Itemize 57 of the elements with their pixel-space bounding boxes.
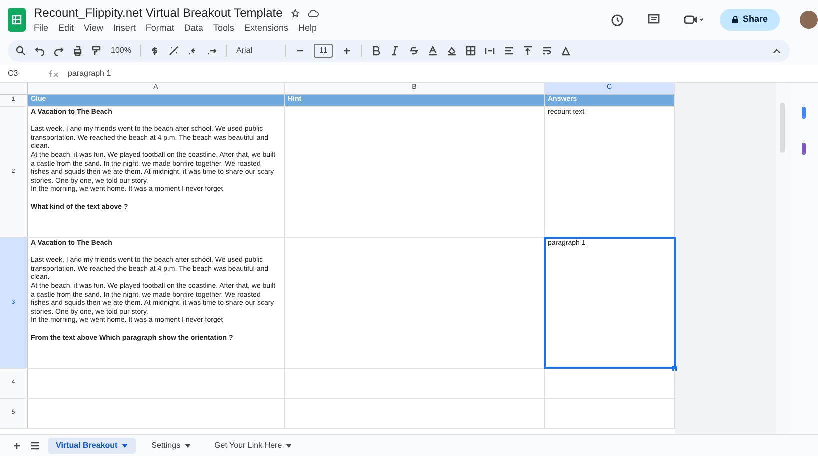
fill-color-icon[interactable] bbox=[446, 46, 457, 56]
sheet-tab[interactable]: Virtual Breakout bbox=[48, 438, 136, 454]
lock-icon bbox=[732, 16, 739, 24]
font-select[interactable]: Arial bbox=[236, 45, 276, 57]
plus-icon[interactable] bbox=[342, 46, 352, 56]
document-title[interactable]: Recount_Flippity.net Virtual Breakout Template bbox=[34, 4, 283, 22]
redo-icon[interactable] bbox=[54, 46, 64, 56]
print-icon[interactable] bbox=[73, 46, 83, 56]
zoom-select[interactable]: 100% bbox=[111, 45, 132, 57]
vertical-align-icon[interactable] bbox=[522, 46, 533, 56]
rotate-text-icon[interactable] bbox=[560, 46, 571, 56]
search-icon[interactable] bbox=[16, 46, 26, 56]
italic-icon[interactable] bbox=[390, 46, 400, 56]
strikethrough-icon[interactable] bbox=[408, 46, 419, 56]
menu-item[interactable]: File bbox=[34, 22, 49, 36]
font-size-field[interactable]: 11 bbox=[314, 44, 333, 58]
fx-icon[interactable] bbox=[48, 70, 60, 78]
comment-icon[interactable] bbox=[648, 14, 660, 26]
scrollbar-thumb[interactable] bbox=[780, 103, 785, 153]
percent-icon[interactable] bbox=[169, 46, 180, 56]
menu-item[interactable]: View bbox=[84, 22, 104, 36]
wrap-icon[interactable] bbox=[542, 46, 552, 56]
sheet-list-icon[interactable] bbox=[30, 440, 40, 450]
borders-icon[interactable] bbox=[466, 46, 476, 56]
share-button[interactable]: Share bbox=[720, 9, 780, 31]
cloud-icon[interactable] bbox=[308, 8, 319, 18]
menu-item[interactable]: Help bbox=[298, 22, 317, 36]
add-sheet-icon[interactable] bbox=[12, 440, 22, 450]
menu-item[interactable]: Tools bbox=[213, 22, 234, 36]
side-panel-icon[interactable] bbox=[802, 143, 806, 155]
caret-icon[interactable] bbox=[184, 444, 191, 448]
currency-icon[interactable] bbox=[150, 46, 160, 56]
bold-icon[interactable] bbox=[370, 46, 381, 56]
sheet-tab[interactable]: Settings bbox=[144, 438, 199, 454]
sheets-logo-icon[interactable] bbox=[8, 8, 26, 32]
text-color-icon[interactable] bbox=[428, 46, 438, 56]
formula-field[interactable]: paragraph 1 bbox=[68, 68, 818, 80]
merge-icon[interactable] bbox=[484, 46, 495, 56]
avatar[interactable] bbox=[800, 11, 818, 29]
caret-icon[interactable] bbox=[122, 444, 128, 448]
undo-icon[interactable] bbox=[35, 46, 45, 56]
increase-decimal-icon[interactable] bbox=[207, 46, 218, 56]
name-box[interactable]: C3 bbox=[0, 68, 40, 80]
menu-item[interactable]: Edit bbox=[58, 22, 74, 36]
video-camera-icon[interactable] bbox=[684, 15, 704, 25]
menu-item[interactable]: Insert bbox=[113, 22, 136, 36]
sheet-tab[interactable]: Get Your Link Here bbox=[206, 438, 300, 454]
star-icon[interactable] bbox=[290, 8, 300, 18]
menu-item[interactable]: Data bbox=[184, 22, 204, 36]
fill-handle[interactable] bbox=[672, 366, 677, 371]
menu-item[interactable]: Extensions bbox=[244, 22, 288, 36]
caret-icon[interactable] bbox=[286, 444, 292, 448]
align-icon[interactable] bbox=[504, 46, 514, 56]
paint-format-icon[interactable] bbox=[92, 46, 102, 56]
side-panel-icon[interactable] bbox=[802, 107, 806, 119]
history-icon[interactable] bbox=[610, 14, 624, 26]
menu-item[interactable]: Format bbox=[146, 22, 174, 36]
